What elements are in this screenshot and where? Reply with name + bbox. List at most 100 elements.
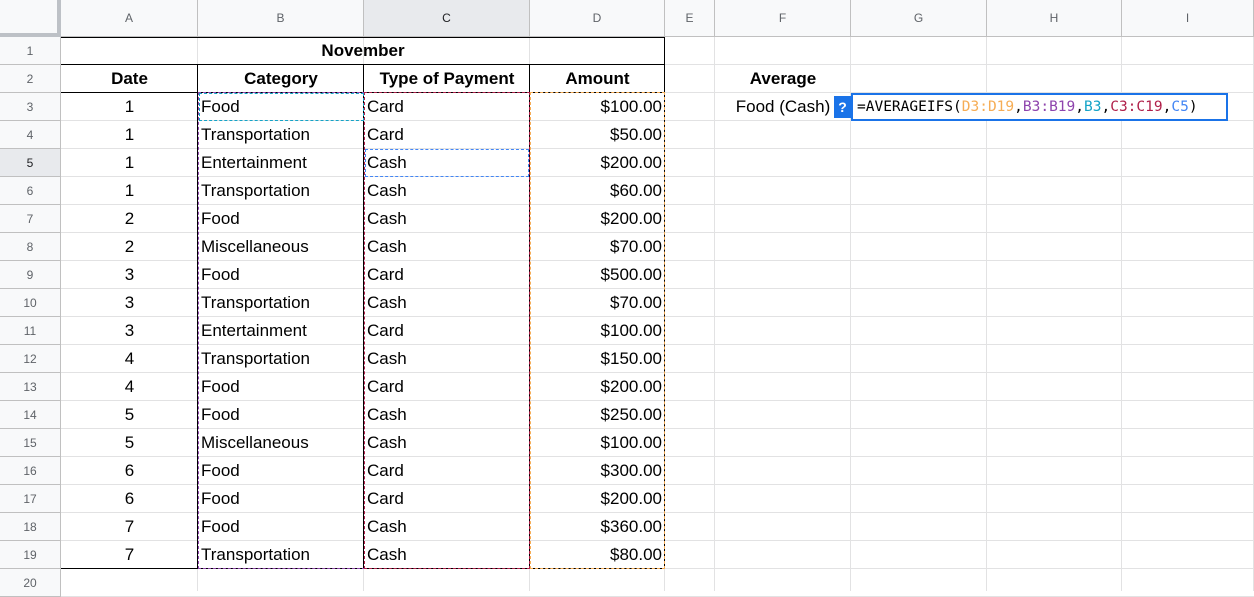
date-cell[interactable]: 1 (61, 149, 198, 177)
payment-cell[interactable]: Cash (364, 177, 530, 205)
date-cell[interactable]: 6 (61, 485, 198, 513)
column-header-f[interactable]: F (715, 0, 851, 37)
row-header-14[interactable]: 14 (0, 401, 61, 429)
amount-cell[interactable]: $200.00 (530, 149, 665, 177)
category-cell[interactable]: Food (198, 485, 364, 513)
category-cell[interactable]: Transportation (198, 289, 364, 317)
category-cell[interactable]: Food (198, 401, 364, 429)
payment-cell[interactable]: Cash (364, 429, 530, 457)
row-header-7[interactable]: 7 (0, 205, 61, 233)
row-header-12[interactable]: 12 (0, 345, 61, 373)
payment-cell[interactable]: Cash (364, 149, 530, 177)
category-cell[interactable]: Entertainment (198, 149, 364, 177)
category-cell[interactable]: Transportation (198, 541, 364, 569)
row-header-20[interactable]: 20 (0, 569, 61, 597)
category-cell[interactable]: Miscellaneous (198, 429, 364, 457)
payment-cell[interactable]: Cash (364, 205, 530, 233)
amount-cell[interactable]: $200.00 (530, 205, 665, 233)
row-header-1[interactable]: 1 (0, 37, 61, 65)
row-header-3[interactable]: 3 (0, 93, 61, 121)
payment-cell[interactable]: Card (364, 121, 530, 149)
average-sublabel[interactable]: Food (Cash) (715, 93, 851, 121)
amount-cell[interactable]: $100.00 (530, 429, 665, 457)
date-cell[interactable]: 3 (61, 317, 198, 345)
payment-cell[interactable]: Card (364, 457, 530, 485)
row-header-10[interactable]: 10 (0, 289, 61, 317)
amount-cell[interactable]: $360.00 (530, 513, 665, 541)
payment-cell[interactable]: Cash (364, 513, 530, 541)
row-header-9[interactable]: 9 (0, 261, 61, 289)
column-header-a[interactable]: A (61, 0, 198, 37)
header-cell-payment[interactable]: Type of Payment (364, 65, 530, 93)
row-header-18[interactable]: 18 (0, 513, 61, 541)
amount-cell[interactable]: $70.00 (530, 233, 665, 261)
date-cell[interactable]: 1 (61, 177, 198, 205)
header-cell-date[interactable]: Date (61, 65, 198, 93)
date-cell[interactable]: 4 (61, 345, 198, 373)
category-cell[interactable]: Food (198, 261, 364, 289)
payment-cell[interactable]: Card (364, 317, 530, 345)
formula-editor[interactable]: =AVERAGEIFS(D3:D19, B3:B19, B3, C3:C19, C5) (851, 93, 1228, 121)
average-label[interactable]: Average (715, 65, 851, 93)
amount-cell[interactable]: $200.00 (530, 485, 665, 513)
category-cell[interactable]: Transportation (198, 177, 364, 205)
date-cell[interactable]: 2 (61, 233, 198, 261)
amount-cell[interactable]: $60.00 (530, 177, 665, 205)
row-header-19[interactable]: 19 (0, 541, 61, 569)
column-header-d[interactable]: D (530, 0, 665, 37)
category-cell[interactable]: Transportation (198, 345, 364, 373)
category-cell[interactable]: Food (198, 513, 364, 541)
date-cell[interactable]: 7 (61, 541, 198, 569)
date-cell[interactable]: 5 (61, 401, 198, 429)
amount-cell[interactable]: $200.00 (530, 373, 665, 401)
date-cell[interactable]: 7 (61, 513, 198, 541)
payment-cell[interactable]: Cash (364, 401, 530, 429)
payment-cell[interactable]: Card (364, 373, 530, 401)
row-header-16[interactable]: 16 (0, 457, 61, 485)
amount-cell[interactable]: $150.00 (530, 345, 665, 373)
header-cell-category[interactable]: Category (198, 65, 364, 93)
row-header-5[interactable]: 5 (0, 149, 61, 177)
category-cell[interactable]: Food (198, 205, 364, 233)
column-header-i[interactable]: I (1122, 0, 1254, 37)
amount-cell[interactable]: $70.00 (530, 289, 665, 317)
merged-title-cell[interactable]: November (61, 37, 665, 65)
row-header-11[interactable]: 11 (0, 317, 61, 345)
row-header-17[interactable]: 17 (0, 485, 61, 513)
column-header-e[interactable]: E (665, 0, 715, 37)
date-cell[interactable]: 5 (61, 429, 198, 457)
payment-cell[interactable]: Cash (364, 233, 530, 261)
payment-cell[interactable]: Card (364, 93, 530, 121)
date-cell[interactable]: 2 (61, 205, 198, 233)
payment-cell[interactable]: Card (364, 261, 530, 289)
date-cell[interactable]: 6 (61, 457, 198, 485)
payment-cell[interactable]: Cash (364, 541, 530, 569)
date-cell[interactable]: 3 (61, 261, 198, 289)
header-cell-amount[interactable]: Amount (530, 65, 665, 93)
payment-cell[interactable]: Cash (364, 289, 530, 317)
amount-cell[interactable]: $50.00 (530, 121, 665, 149)
category-cell[interactable]: Food (198, 457, 364, 485)
amount-cell[interactable]: $100.00 (530, 93, 665, 121)
date-cell[interactable]: 1 (61, 93, 198, 121)
category-cell[interactable]: Transportation (198, 121, 364, 149)
row-header-8[interactable]: 8 (0, 233, 61, 261)
category-cell[interactable]: Entertainment (198, 317, 364, 345)
category-cell[interactable]: Food (198, 373, 364, 401)
row-header-15[interactable]: 15 (0, 429, 61, 457)
column-header-c[interactable]: C (364, 0, 530, 37)
column-header-b[interactable]: B (198, 0, 364, 37)
category-cell[interactable]: Miscellaneous (198, 233, 364, 261)
payment-cell[interactable]: Cash (364, 345, 530, 373)
date-cell[interactable]: 3 (61, 289, 198, 317)
amount-cell[interactable]: $300.00 (530, 457, 665, 485)
amount-cell[interactable]: $80.00 (530, 541, 665, 569)
amount-cell[interactable]: $100.00 (530, 317, 665, 345)
row-header-13[interactable]: 13 (0, 373, 61, 401)
amount-cell[interactable]: $500.00 (530, 261, 665, 289)
formula-help-icon[interactable]: ? (834, 96, 851, 118)
column-header-g[interactable]: G (851, 0, 987, 37)
payment-cell[interactable]: Card (364, 485, 530, 513)
amount-cell[interactable]: $250.00 (530, 401, 665, 429)
category-cell[interactable]: Food (198, 93, 364, 121)
